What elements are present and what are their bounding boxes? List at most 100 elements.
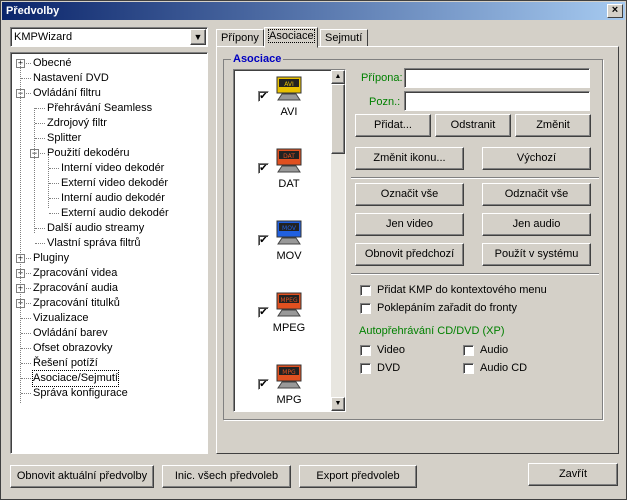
tree-item[interactable]: Zpracování videa (33, 266, 117, 281)
file-type-item[interactable]: ✔ MPG MPG (234, 362, 332, 411)
enqueue-checkbox[interactable] (360, 303, 371, 314)
tree-item[interactable]: Zpracování titulků (33, 296, 120, 311)
extension-label: Přípona: (361, 72, 403, 84)
autoplay-video-label: Video (377, 344, 405, 356)
file-badge: MPEG (280, 297, 298, 304)
change-button[interactable]: Změnit (515, 114, 591, 137)
tree-guide (20, 63, 21, 403)
extension-field[interactable] (404, 68, 590, 88)
tree-connector (49, 198, 59, 199)
file-badge: MOV (282, 225, 297, 232)
association-group-title: Asociace (231, 53, 284, 65)
file-type-checkbox[interactable]: ✔ (258, 379, 269, 390)
default-button[interactable]: Výchozí (482, 147, 591, 170)
tree-item[interactable]: Vizualizace (33, 311, 88, 326)
tree-item[interactable]: Řešení potíží (33, 356, 98, 371)
title-bar[interactable]: Předvolby × (2, 2, 625, 20)
reset-current-button[interactable]: Obnovit aktuální předvolby (10, 465, 154, 488)
settings-tree[interactable]: Obecné + Nastavení DVD Ovládání filtru − Přeh… (10, 52, 208, 454)
select-all-button[interactable]: Označit vše (355, 183, 464, 206)
tree-item[interactable]: Obecné (33, 56, 72, 71)
export-button[interactable]: Export předvoleb (299, 465, 417, 488)
profile-value: KMPWizard (14, 31, 73, 43)
autoplay-video-checkbox[interactable] (360, 345, 371, 356)
tree-item[interactable]: Použití dekodéru (47, 146, 130, 161)
tree-connector (49, 213, 59, 214)
media-file-icon: DAT (276, 148, 302, 173)
media-file-icon: AVI (276, 76, 302, 101)
tree-item[interactable]: Externí video dekodér (61, 176, 168, 191)
context-menu-checkbox[interactable] (360, 285, 371, 296)
tree-item[interactable]: Ofset obrazovky (33, 341, 112, 356)
file-type-name: MPEG (272, 322, 306, 334)
apply-system-button[interactable]: Použít v systému (482, 243, 591, 266)
add-button[interactable]: Přidat... (355, 114, 431, 137)
tree-item[interactable]: Pluginy (33, 251, 69, 266)
tree-item[interactable]: Ovládání filtru (33, 86, 101, 101)
file-type-item[interactable]: ✔ MPEG MPEG (234, 290, 332, 360)
tree-connector (21, 363, 31, 364)
autoplay-dvd-checkbox[interactable] (360, 363, 371, 374)
tree-connector (21, 318, 31, 319)
tab-association[interactable]: Asociace (264, 27, 318, 48)
change-icon-button[interactable]: Změnit ikonu... (355, 147, 464, 170)
file-type-item[interactable]: ✔ DAT DAT (234, 146, 332, 216)
init-all-button[interactable]: Inic. všech předvoleb (162, 465, 291, 488)
file-type-list[interactable]: ✔ MPG MPG ✔ MPEG MPEG ✔ MOV MOV ✔ DAT DAT ✔ AVI AVI ▲ … (233, 69, 346, 412)
autoplay-title: Autopřehrávání CD/DVD (XP) (359, 325, 505, 337)
only-audio-button[interactable]: Jen audio (482, 213, 591, 236)
tree-connector (21, 393, 31, 394)
tab-extensions[interactable]: Přípony (216, 29, 264, 47)
tree-connector (21, 333, 31, 334)
tab-label: Sejmutí (325, 32, 363, 44)
deselect-all-button[interactable]: Odznačit vše (482, 183, 591, 206)
tree-item[interactable]: Asociace/Sejmutí (32, 370, 119, 387)
tree-connector (35, 243, 45, 244)
scroll-thumb[interactable] (331, 84, 345, 154)
autoplay-audio-cd-checkbox[interactable] (463, 363, 474, 374)
tree-guide (48, 153, 49, 208)
autoplay-audio-cd-label: Audio CD (480, 362, 528, 374)
media-file-icon: MOV (276, 220, 302, 245)
tree-item[interactable]: Další audio streamy (47, 221, 144, 236)
tree-item[interactable]: Interní video dekodér (61, 161, 164, 176)
tree-connector (21, 348, 31, 349)
autoplay-audio-checkbox[interactable] (463, 345, 474, 356)
tree-item[interactable]: Vlastní správa filtrů (47, 236, 141, 251)
tree-item[interactable]: Zdrojový filtr (47, 116, 107, 131)
tree-item[interactable]: Ovládání barev (33, 326, 108, 341)
file-type-checkbox[interactable]: ✔ (258, 235, 269, 246)
tree-item[interactable]: Nastavení DVD (33, 71, 109, 86)
remove-button[interactable]: Odstranit (435, 114, 511, 137)
tree-item[interactable]: Správa konfigurace (33, 386, 128, 401)
tree-item[interactable]: Externí audio dekodér (61, 206, 169, 221)
file-type-item[interactable]: ✔ MOV MOV (234, 218, 332, 288)
separator (351, 177, 599, 179)
file-type-item[interactable]: ✔ AVI AVI (234, 74, 332, 144)
scroll-up-icon[interactable]: ▲ (331, 70, 345, 84)
close-button[interactable]: Zavřít (528, 463, 618, 486)
file-type-checkbox[interactable]: ✔ (258, 91, 269, 102)
file-list-scrollbar[interactable]: ▲ ▼ (331, 70, 345, 411)
scroll-down-icon[interactable]: ▼ (331, 397, 345, 411)
file-type-name: MPG (276, 394, 302, 406)
file-badge: DAT (283, 153, 295, 160)
tree-connector (49, 183, 59, 184)
window-title: Předvolby (6, 5, 60, 17)
tree-item[interactable]: Přehrávání Seamless (47, 101, 152, 116)
restore-previous-button[interactable]: Obnovit předchozí (355, 243, 464, 266)
file-type-checkbox[interactable]: ✔ (258, 163, 269, 174)
tree-item[interactable]: Splitter (47, 131, 81, 146)
tab-capture[interactable]: Sejmutí (320, 29, 368, 47)
media-file-icon: MPEG (276, 292, 302, 317)
only-video-button[interactable]: Jen video (355, 213, 464, 236)
tree-connector (35, 228, 45, 229)
tree-item[interactable]: Interní audio dekodér (61, 191, 165, 206)
tree-connector (35, 108, 45, 109)
file-type-checkbox[interactable]: ✔ (258, 307, 269, 318)
profile-combobox[interactable]: KMPWizard ▼ (10, 27, 208, 47)
close-window-button[interactable]: × (607, 4, 623, 18)
description-field[interactable] (404, 91, 590, 111)
chevron-down-icon[interactable]: ▼ (190, 29, 206, 45)
tree-item[interactable]: Zpracování audia (33, 281, 118, 296)
